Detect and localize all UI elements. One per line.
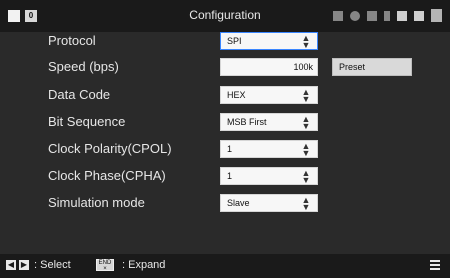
updown-chevron-icon: ▲ ▼ xyxy=(301,141,311,158)
cpol-label: Clock Polarity(CPOL) xyxy=(48,141,172,156)
preset-label: Preset xyxy=(339,62,366,72)
printer-icon xyxy=(333,10,343,21)
data-code-select[interactable]: HEX ▲ ▼ xyxy=(220,86,318,104)
end-key-icon[interactable]: END × xyxy=(96,259,114,272)
cpol-value: 1 xyxy=(227,144,233,154)
simulation-mode-value: Slave xyxy=(227,198,250,208)
bit-sequence-select[interactable]: MSB First ▲ ▼ xyxy=(220,113,318,131)
simulation-mode-label: Simulation mode xyxy=(48,195,145,210)
setting-row-data-code: Data Code HEX ▲ ▼ xyxy=(0,84,450,108)
protocol-label: Protocol xyxy=(48,33,96,48)
setting-row-cpol: Clock Polarity(CPOL) 1 ▲ ▼ xyxy=(0,138,450,162)
bottom-bar: ◀ ▶ : Select END × : Expand xyxy=(0,254,450,278)
updown-chevron-icon: ▲ ▼ xyxy=(301,87,311,104)
cpha-label: Clock Phase(CPHA) xyxy=(48,168,166,183)
speed-value: 100k xyxy=(293,62,313,72)
network-icon xyxy=(367,10,377,21)
updown-chevron-icon: ▲ ▼ xyxy=(301,33,311,50)
bit-sequence-label: Bit Sequence xyxy=(48,114,126,129)
protocol-select[interactable]: SPI ▲ ▼ xyxy=(220,32,318,50)
speed-input[interactable]: 100k xyxy=(220,58,318,76)
wifi-icon xyxy=(350,10,360,21)
right-arrow-icon[interactable]: ▶ xyxy=(19,260,29,270)
speed-label: Speed (bps) xyxy=(48,59,119,74)
data-code-label: Data Code xyxy=(48,87,111,102)
updown-chevron-icon: ▲ ▼ xyxy=(301,168,311,185)
setting-row-simulation-mode: Simulation mode Slave ▲ ▼ xyxy=(0,192,450,216)
top-bar: 0 Configuration xyxy=(0,0,450,32)
cpha-value: 1 xyxy=(227,171,233,181)
bit-sequence-value: MSB First xyxy=(227,117,267,127)
setting-row-protocol: Protocol SPI ▲ ▼ xyxy=(0,30,450,54)
updown-chevron-icon: ▲ ▼ xyxy=(301,114,311,131)
settings-icon xyxy=(397,10,407,21)
cpol-select[interactable]: 1 ▲ ▼ xyxy=(220,140,318,158)
setting-row-bit-sequence: Bit Sequence MSB First ▲ ▼ xyxy=(0,111,450,135)
menu-icon[interactable] xyxy=(430,260,440,270)
cpha-select[interactable]: 1 ▲ ▼ xyxy=(220,167,318,185)
expand-hint: : Expand xyxy=(122,259,166,271)
setting-row-cpha: Clock Phase(CPHA) 1 ▲ ▼ xyxy=(0,165,450,189)
data-code-value: HEX xyxy=(227,90,246,100)
left-arrow-icon[interactable]: ◀ xyxy=(6,260,16,270)
status-icons xyxy=(333,9,442,22)
nav-arrows[interactable]: ◀ ▶ xyxy=(6,260,29,270)
updown-chevron-icon: ▲ ▼ xyxy=(301,195,311,212)
device-screen: 0 Configuration Protocol SPI ▲ ▼ Speed (b… xyxy=(0,0,450,278)
preset-button[interactable]: Preset xyxy=(332,58,412,76)
setting-row-speed: Speed (bps) 100k Preset xyxy=(0,56,450,80)
select-hint: : Select xyxy=(34,259,71,271)
sd-card-icon xyxy=(414,10,424,21)
protocol-value: SPI xyxy=(227,36,242,46)
battery-icon xyxy=(431,9,442,22)
usb-icon xyxy=(384,10,390,21)
simulation-mode-select[interactable]: Slave ▲ ▼ xyxy=(220,194,318,212)
